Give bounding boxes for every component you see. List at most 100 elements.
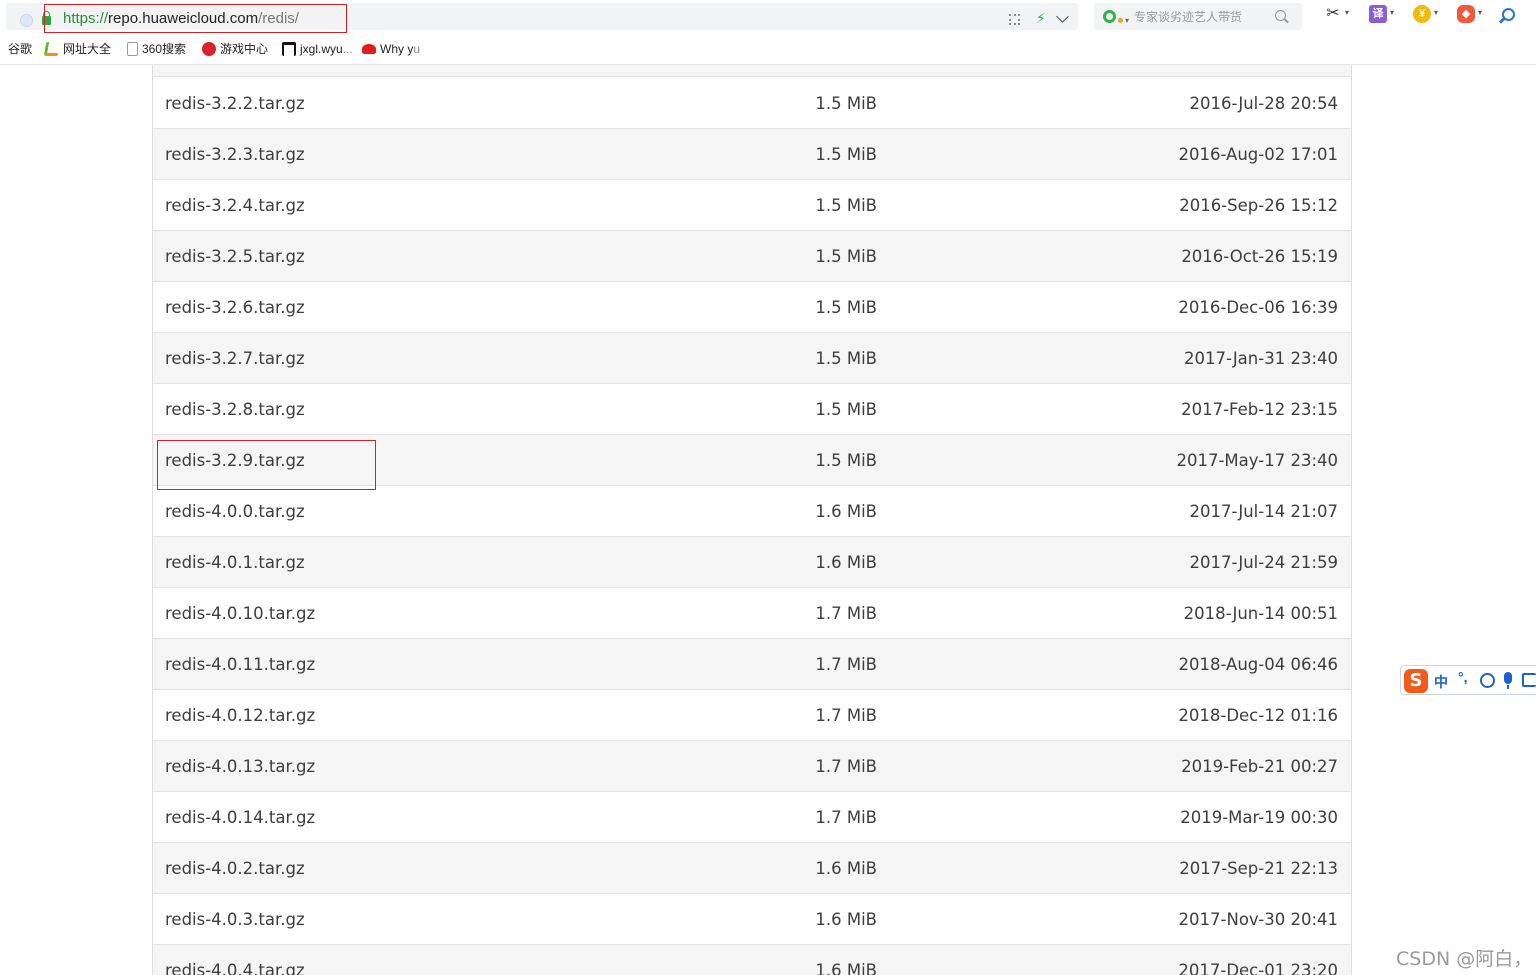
bookmark-google[interactable]: 谷歌 (0, 42, 32, 59)
table-row: redis-4.0.0.tar.gz 1.6 MiB 2017-Jul-14 21:… (153, 486, 1351, 537)
redhat-icon (362, 44, 376, 54)
toolbox-icon[interactable] (1522, 673, 1536, 687)
bookmark-hao123[interactable]: 网址大全 (43, 42, 111, 59)
bookmark-why[interactable]: Why yu (362, 42, 420, 59)
dropdown-icon[interactable]: ▾ (1434, 8, 1438, 17)
dropdown-icon[interactable]: ▾ (1345, 8, 1349, 17)
file-size: 1.5 MiB (815, 247, 877, 266)
scissors-icon: ✂ (1326, 5, 1340, 22)
table-row: redis-4.0.14.tar.gz 1.7 MiB 2019-Mar-19 00… (153, 792, 1351, 843)
bookmark-label: jxgl.wyu (300, 42, 343, 56)
bookmark-360-search[interactable]: 360搜索 (127, 42, 186, 59)
file-date: 2019-Mar-19 00:30 (1180, 808, 1338, 827)
table-row: redis-4.0.13.tar.gz 1.7 MiB 2019-Feb-21 00… (153, 741, 1351, 792)
table-row: redis-3.2.3.tar.gz 1.5 MiB 2016-Aug-02 17:… (153, 129, 1351, 180)
file-date: 2017-Jan-31 23:40 (1183, 349, 1338, 368)
file-name-link[interactable]: redis-3.2.2.tar.gz (165, 94, 305, 113)
file-name-link[interactable]: redis-3.2.8.tar.gz (165, 400, 305, 419)
file-size: 1.6 MiB (815, 502, 877, 521)
table-row: redis-4.0.3.tar.gz 1.6 MiB 2017-Nov-30 20:… (153, 894, 1351, 945)
file-name-link[interactable]: redis-4.0.3.tar.gz (165, 910, 305, 929)
file-date: 2018-Dec-12 01:16 (1178, 706, 1338, 725)
search-engine-dropdown-icon[interactable]: ▾ (1125, 16, 1129, 25)
file-size: 1.5 MiB (815, 94, 877, 113)
qr-code-icon[interactable] (1009, 14, 1020, 25)
find-icon[interactable] (1502, 8, 1515, 21)
file-date: 2017-Nov-30 20:41 (1178, 910, 1338, 929)
file-date: 2018-Jun-14 00:51 (1183, 604, 1338, 623)
file-size: 1.6 MiB (815, 553, 877, 572)
file-name-link[interactable]: redis-3.2.6.tar.gz (165, 298, 305, 317)
file-name-link[interactable]: redis-3.2.4.tar.gz (165, 196, 305, 215)
file-date: 2016-Jul-28 20:54 (1189, 94, 1338, 113)
file-size: 1.5 MiB (815, 349, 877, 368)
file-name-link[interactable]: redis-4.0.11.tar.gz (165, 655, 315, 674)
table-row: redis-3.2.2.tar.gz 1.5 MiB 2016-Jul-28 20:… (153, 78, 1351, 129)
hao123-icon (43, 42, 61, 56)
table-row: redis-4.0.11.tar.gz 1.7 MiB 2018-Aug-04 06… (153, 639, 1351, 690)
bookmark-game-center[interactable]: 游戏中心 (202, 42, 268, 59)
file-date: 2017-Jul-24 21:59 (1189, 553, 1338, 572)
file-size: 1.6 MiB (815, 961, 877, 975)
file-date: 2017-May-17 23:40 (1176, 451, 1338, 470)
lightning-icon[interactable]: ⚡ (1036, 11, 1046, 25)
bookmark-label-fade: u (413, 42, 421, 56)
microphone-icon[interactable] (1504, 672, 1512, 689)
file-name-link[interactable]: redis-4.0.14.tar.gz (165, 808, 315, 827)
file-size: 1.5 MiB (815, 196, 877, 215)
file-name-link[interactable]: redis-4.0.1.tar.gz (165, 553, 305, 572)
bookmark-label-fade: ... (342, 42, 353, 56)
bookmark-label: Why y (380, 42, 414, 56)
file-name-link[interactable]: redis-3.2.7.tar.gz (165, 349, 305, 368)
file-size: 1.7 MiB (815, 604, 877, 623)
file-name-link[interactable]: redis-3.2.9.tar.gz (165, 451, 305, 470)
file-name-link[interactable]: redis-3.2.5.tar.gz (165, 247, 305, 266)
yuan-shield-icon: ¥ (1413, 5, 1431, 23)
bookmark-jxgl[interactable]: jxgl.wyu... (282, 42, 353, 59)
dropdown-icon[interactable]: ▾ (1390, 8, 1394, 17)
table-row: redis-3.2.7.tar.gz 1.5 MiB 2017-Jan-31 23:… (153, 333, 1351, 384)
emoji-icon[interactable] (1480, 673, 1495, 688)
file-size: 1.5 MiB (815, 145, 877, 164)
file-name-link[interactable]: redis-4.0.0.tar.gz (165, 502, 305, 521)
file-name-link[interactable]: redis-4.0.4.tar.gz (165, 961, 305, 975)
search-engine-icon[interactable] (1103, 10, 1116, 23)
file-name-link[interactable]: redis-4.0.12.tar.gz (165, 706, 315, 725)
ime-toolbar: S 中 °, (1400, 665, 1536, 695)
search-input[interactable] (1134, 6, 1269, 27)
game-center-icon (202, 42, 216, 56)
file-name-link[interactable]: redis-4.0.2.tar.gz (165, 859, 305, 878)
table-row: redis-4.0.12.tar.gz 1.7 MiB 2018-Dec-12 01… (153, 690, 1351, 741)
bookmarks-bar: 谷歌 网址大全 360搜索 游戏中心 jxgl.wyu... Why yu (0, 35, 1536, 65)
file-name-link[interactable]: redis-3.2.3.tar.gz (165, 145, 305, 164)
url-highlight-box (44, 4, 347, 33)
ime-chinese-mode-button[interactable]: 中 (1434, 672, 1448, 692)
sogou-logo-icon[interactable]: S (1404, 669, 1428, 693)
translate-icon: 译 (1369, 5, 1387, 23)
file-date: 2017-Jul-14 21:07 (1189, 502, 1338, 521)
table-row: redis-4.0.4.tar.gz 1.6 MiB 2017-Dec-01 23:… (153, 945, 1351, 975)
file-size: 1.6 MiB (815, 859, 877, 878)
search-icon[interactable] (1275, 10, 1286, 21)
dropdown-icon[interactable]: ▾ (1478, 8, 1482, 17)
file-date: 2018-Aug-04 06:46 (1178, 655, 1338, 674)
file-name-link[interactable]: redis-4.0.13.tar.gz (165, 757, 315, 776)
table-row: redis-3.2.4.tar.gz 1.5 MiB 2016-Sep-26 15:… (153, 180, 1351, 231)
file-size: 1.6 MiB (815, 910, 877, 929)
ime-punctuation-button[interactable]: °, (1458, 669, 1468, 685)
site-security-icon[interactable] (20, 14, 33, 27)
file-date: 2017-Dec-01 23:20 (1178, 961, 1338, 975)
file-size: 1.5 MiB (815, 298, 877, 317)
chevron-down-icon[interactable] (1056, 10, 1069, 23)
file-size: 1.7 MiB (815, 706, 877, 725)
table-row: redis-3.2.5.tar.gz 1.5 MiB 2016-Oct-26 15:… (153, 231, 1351, 282)
csdn-watermark: CSDN @阿白， (1396, 948, 1533, 970)
table-row: redis-4.0.10.tar.gz 1.7 MiB 2018-Jun-14 00… (153, 588, 1351, 639)
file-date: 2016-Dec-06 16:39 (1178, 298, 1338, 317)
file-name-link[interactable]: redis-4.0.10.tar.gz (165, 604, 315, 623)
bookmark-label: 游戏中心 (220, 42, 269, 56)
gamepad-icon: ◆ (1457, 5, 1475, 23)
table-row: redis-3.2.6.tar.gz 1.5 MiB 2016-Dec-06 16:… (153, 282, 1351, 333)
previous-row-stub (153, 65, 1351, 77)
search-box: ▾ (1094, 3, 1302, 30)
